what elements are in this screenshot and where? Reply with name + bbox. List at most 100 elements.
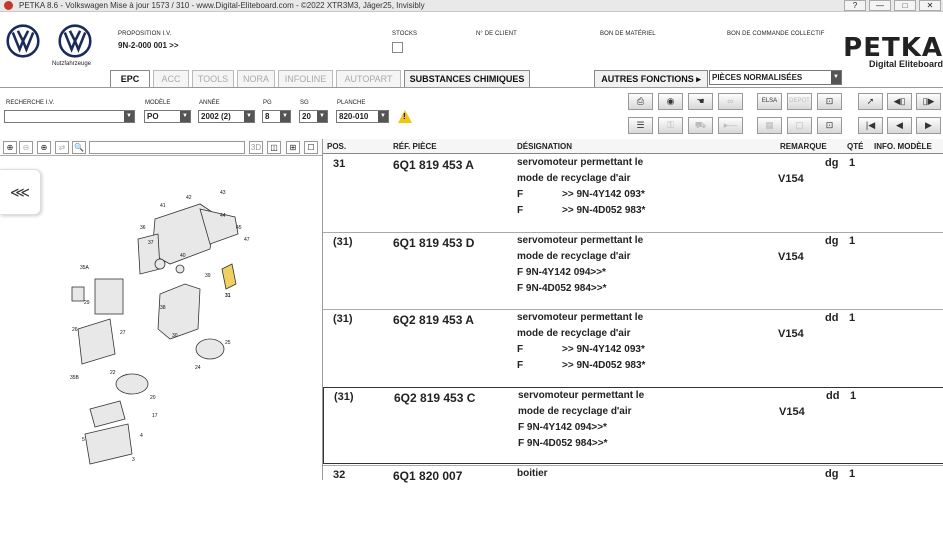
svg-text:47: 47 — [244, 237, 250, 243]
table-row[interactable]: 32 6Q1 820 007 boitier dg 1 — [323, 465, 943, 542]
list-icon[interactable]: ☰ — [628, 117, 653, 134]
svg-text:26: 26 — [72, 327, 78, 333]
row-ref: 6Q1 820 007 — [393, 469, 463, 483]
petka-logo: PETKA Digital Eliteboard — [843, 33, 943, 69]
zoom-fit-icon[interactable]: ⊕ — [37, 141, 51, 154]
col-pos[interactable]: POS. — [327, 142, 346, 151]
plate-label: PLANCHE — [337, 100, 366, 106]
pin-icon[interactable]: ➚ — [858, 93, 883, 110]
parts-table-header: POS. RÉF. PIÈCE DÉSIGNATION REMARQUE QTÉ… — [323, 139, 943, 154]
first-icon[interactable]: |◀ — [858, 117, 883, 134]
prev-icon[interactable]: ◀ — [887, 117, 912, 134]
dash-icon[interactable]: ▸— — [718, 117, 743, 134]
svg-text:24: 24 — [195, 365, 201, 371]
close-button[interactable]: ✕ — [919, 0, 941, 11]
petka-logo-text: PETKA — [843, 33, 943, 63]
grid-view-icon[interactable]: ⊞ — [286, 141, 300, 154]
cart-icon[interactable]: ⊡ — [817, 93, 842, 110]
share-icon[interactable]: ⋘ — [0, 169, 41, 215]
plate-select[interactable]: 820-010 ▼ — [336, 110, 389, 123]
sg-select[interactable]: 20 ▼ — [299, 110, 328, 123]
tab-autopart[interactable]: AUTOPART — [336, 70, 401, 87]
depot-icon[interactable]: DEPOT — [787, 93, 812, 110]
row-desig-3: F 9N-4Y142 094>>* — [518, 422, 607, 433]
help-button[interactable]: ? — [844, 0, 866, 11]
vw-commercial-logo — [58, 24, 92, 58]
year-select[interactable]: 2002 (2) ▼ — [198, 110, 255, 123]
swap-icon[interactable]: ⇄ — [55, 141, 69, 154]
table-row-selected[interactable]: (31) 6Q2 819 453 C servomoteur permettan… — [323, 387, 943, 464]
row-desig-2: mode de recyclage d'air — [517, 173, 631, 184]
brand-subtitle: Nutzfahrzeuge — [52, 61, 92, 67]
row-pos: 32 — [333, 469, 346, 481]
table-row[interactable]: (31) 6Q1 819 453 D servomoteur permettan… — [323, 232, 943, 309]
calc-icon[interactable]: ▦ — [757, 117, 782, 134]
vw-logo — [6, 24, 40, 58]
next-icon[interactable]: ▶ — [916, 117, 941, 134]
window-title: PETKA 8.6 - Volkswagen Mise à jour 1573 … — [19, 1, 425, 10]
warning-icon[interactable]: ! — [398, 110, 412, 123]
split-view-icon[interactable]: ◫ — [267, 141, 281, 154]
3d-button[interactable]: 3D — [249, 141, 263, 154]
col-ref[interactable]: RÉF. PIÈCE — [393, 142, 437, 151]
row-pos: (31) — [334, 391, 354, 403]
elsa-icon[interactable]: ELSA — [757, 93, 782, 110]
cart2-icon[interactable]: ⊡ — [817, 117, 842, 134]
tab-epc[interactable]: EPC — [110, 70, 150, 87]
disc-icon[interactable]: ◉ — [658, 93, 683, 110]
tab-tools[interactable]: TOOLS — [192, 70, 234, 87]
row-desig: servomoteur permettant le — [517, 235, 644, 246]
col-remark[interactable]: REMARQUE — [780, 142, 827, 151]
other-functions-button[interactable]: AUTRES FONCTIONS ▸ — [594, 70, 708, 87]
row-desig-3: F >> 9N-4Y142 093* — [517, 189, 645, 200]
svg-text:35B: 35B — [70, 375, 80, 381]
model-label: MODÈLE — [145, 100, 171, 106]
tab-nora[interactable]: NORA — [237, 70, 275, 87]
zoom-out-icon[interactable]: ⊖ — [19, 141, 33, 154]
single-view-icon[interactable]: ☐ — [304, 141, 318, 154]
table-row[interactable]: 31 6Q1 819 453 A servomoteur permettant … — [323, 155, 943, 232]
parts-diagram[interactable]: 414243 444547 35A3637 383940 3130 2926 27… — [60, 169, 260, 469]
glasses-icon[interactable]: ∞ — [718, 93, 743, 110]
proposition-value: 9N-2-000 001 >> — [118, 41, 179, 50]
page-left-icon[interactable]: ◀▯ — [887, 93, 912, 110]
client-label: N° DE CLIENT — [476, 31, 517, 37]
hand-icon[interactable]: ☚ — [688, 93, 713, 110]
stocks-checkbox[interactable] — [392, 42, 403, 53]
tab-chemical[interactable]: SUBSTANCES CHIMIQUES — [404, 70, 530, 87]
chevron-down-icon: ▼ — [180, 111, 190, 122]
table-row[interactable]: (31) 6Q2 819 453 A servomoteur permettan… — [323, 309, 943, 386]
magnifier-icon[interactable]: 🔍 — [72, 141, 86, 154]
normalized-parts-select[interactable]: PIÈCES NORMALISÉES ▼ — [709, 70, 842, 85]
car-icon[interactable]: ⛟ — [688, 117, 713, 134]
col-qty[interactable]: QTÉ — [847, 142, 863, 151]
image-search-input[interactable] — [89, 141, 245, 154]
pg-select[interactable]: 8 ▼ — [262, 110, 291, 123]
image-toolbar: ⊕ ⊖ ⊕ ⇄ 🔍 3D ◫ ⊞ ☐ — [0, 139, 322, 156]
pg-label: PG — [263, 100, 272, 106]
search-label: RECHERCHE I.V. — [6, 100, 55, 106]
tab-infoline[interactable]: INFOLINE — [278, 70, 333, 87]
col-model-info[interactable]: INFO. MODÈLE — [874, 142, 932, 151]
svg-text:31: 31 — [225, 293, 231, 299]
maximize-button[interactable]: □ — [894, 0, 916, 11]
svg-text:44: 44 — [220, 213, 226, 219]
row-pos: 31 — [333, 158, 346, 170]
tab-acc[interactable]: ACC — [153, 70, 189, 87]
print-icon[interactable]: ⎙ — [628, 93, 653, 110]
model-select[interactable]: PO ▼ — [144, 110, 191, 123]
page-right-icon[interactable]: ▯▶ — [916, 93, 941, 110]
key-icon[interactable]: ⚿ — [658, 117, 683, 134]
row-code: dg — [825, 235, 839, 247]
minimize-button[interactable]: — — [869, 0, 891, 11]
col-designation[interactable]: DÉSIGNATION — [517, 142, 572, 151]
row-qty: 1 — [849, 157, 856, 169]
search-input[interactable]: ▼ — [4, 110, 135, 123]
main-tabs: EPC ACC TOOLS NORA INFOLINE AUTOPART SUB… — [0, 70, 943, 87]
row-code: dd — [825, 312, 839, 324]
row-desig: servomoteur permettant le — [517, 312, 644, 323]
chevron-down-icon: ▼ — [317, 111, 327, 122]
window-icon[interactable]: ▢ — [787, 117, 812, 134]
svg-text:36: 36 — [140, 225, 146, 231]
zoom-in-icon[interactable]: ⊕ — [3, 141, 17, 154]
